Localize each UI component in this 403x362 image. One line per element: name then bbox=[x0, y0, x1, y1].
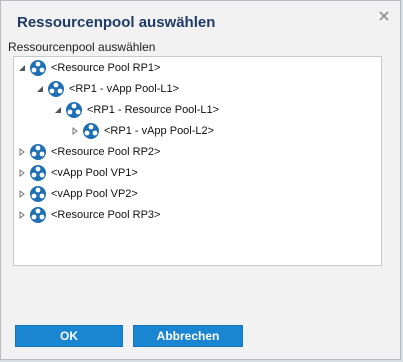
tree-item-resource-pool-rp1[interactable]: <Resource Pool RP1> bbox=[17, 58, 160, 78]
cancel-button[interactable]: Abbrechen bbox=[133, 325, 243, 347]
resource-pool-icon bbox=[30, 207, 46, 223]
section-label: Ressourcenpool auswählen bbox=[8, 40, 156, 54]
select-resource-pool-dialog: Ressourcenpool auswählen Ressourcenpool … bbox=[0, 0, 401, 360]
tree-item-label: <RP1 - vApp Pool-L2> bbox=[104, 125, 215, 137]
resource-pool-icon bbox=[30, 186, 46, 202]
dialog-title: Ressourcenpool auswählen bbox=[17, 14, 216, 31]
tree-item-vapp-pool-vp2[interactable]: <vApp Pool VP2> bbox=[17, 184, 138, 204]
resource-pool-icon bbox=[30, 144, 46, 160]
close-icon[interactable] bbox=[377, 9, 391, 23]
resource-pool-icon bbox=[66, 102, 82, 118]
tree-item-label: <Resource Pool RP1> bbox=[51, 62, 161, 74]
tree-item-label: <RP1 - vApp Pool-L1> bbox=[69, 83, 180, 95]
collapsed-arrow-icon[interactable] bbox=[17, 189, 27, 199]
dialog-titlebar: Ressourcenpool auswählen bbox=[1, 1, 400, 41]
tree-item-label: <vApp Pool VP1> bbox=[51, 167, 138, 179]
resource-pool-tree: <Resource Pool RP1> <RP1 - vApp Pool-L1> bbox=[13, 56, 382, 266]
resource-pool-icon bbox=[30, 165, 46, 181]
resource-pool-icon bbox=[83, 123, 99, 139]
resource-pool-icon bbox=[48, 81, 64, 97]
tree-item-rp1-vapp-pool-l2[interactable]: <RP1 - vApp Pool-L2> bbox=[70, 121, 214, 141]
tree-item-label: <vApp Pool VP2> bbox=[51, 188, 138, 200]
tree-item-rp1-vapp-pool-l1[interactable]: <RP1 - vApp Pool-L1> bbox=[35, 79, 179, 99]
collapsed-arrow-icon[interactable] bbox=[17, 210, 27, 220]
tree-item-resource-pool-rp2[interactable]: <Resource Pool RP2> bbox=[17, 142, 160, 162]
collapsed-arrow-icon[interactable] bbox=[70, 126, 80, 136]
expanded-arrow-icon[interactable] bbox=[35, 84, 45, 94]
resource-pool-icon bbox=[30, 60, 46, 76]
expanded-arrow-icon[interactable] bbox=[53, 105, 63, 115]
tree-item-label: <Resource Pool RP3> bbox=[51, 209, 161, 221]
tree-item-vapp-pool-vp1[interactable]: <vApp Pool VP1> bbox=[17, 163, 138, 183]
tree-item-resource-pool-rp3[interactable]: <Resource Pool RP3> bbox=[17, 205, 160, 225]
ok-button[interactable]: OK bbox=[15, 325, 123, 347]
collapsed-arrow-icon[interactable] bbox=[17, 147, 27, 157]
expanded-arrow-icon[interactable] bbox=[17, 63, 27, 73]
tree-item-label: <RP1 - Resource Pool-L1> bbox=[87, 104, 220, 116]
collapsed-arrow-icon[interactable] bbox=[17, 168, 27, 178]
tree-item-rp1-resource-pool-l1[interactable]: <RP1 - Resource Pool-L1> bbox=[53, 100, 219, 120]
tree-item-label: <Resource Pool RP2> bbox=[51, 146, 161, 158]
